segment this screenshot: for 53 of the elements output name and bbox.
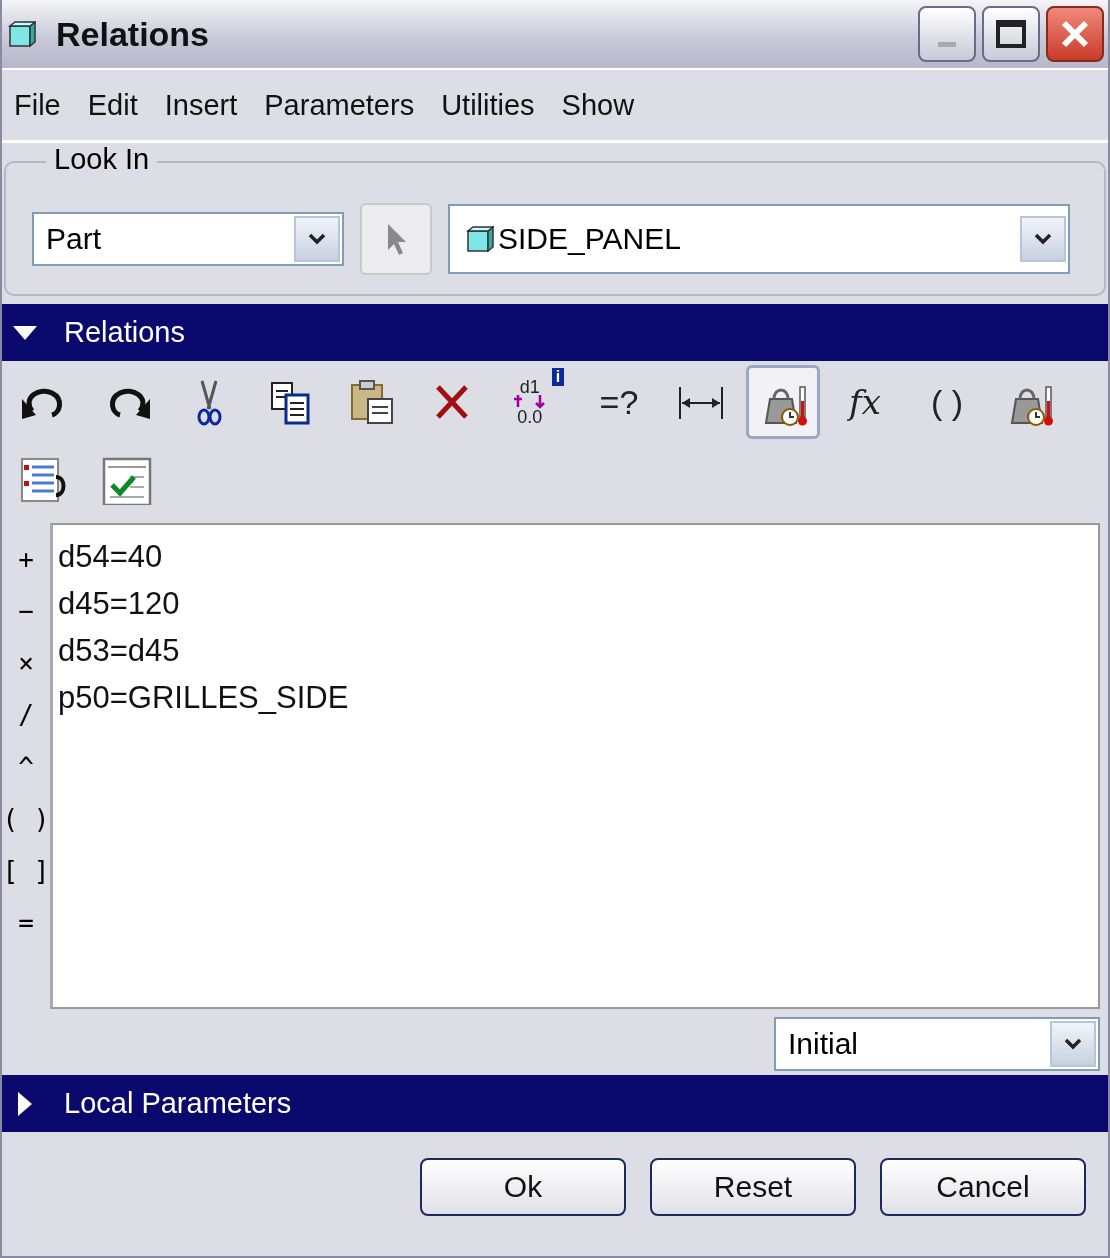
dropdown-value: SIDE_PANEL [498,222,682,256]
close-icon [1060,19,1090,49]
operator-button[interactable]: / [18,689,34,741]
menu-item[interactable]: Edit [77,88,148,122]
code-line: d45=120 [58,585,181,623]
model-dropdown[interactable]: SIDE_PANEL [448,204,1070,274]
dialog-button[interactable]: Ok [420,1158,626,1216]
toolbar-button[interactable]: d1 0.0 i [500,365,574,439]
code-line: d53=d45 [58,632,181,670]
section-header[interactable]: Relations [2,304,1108,361]
dropdown-value: Initial [788,1027,860,1061]
minimize-button[interactable] [918,6,976,62]
operator-button[interactable]: × [18,637,34,689]
dropdown-button[interactable] [294,216,340,262]
chevron-down-icon [1034,233,1052,245]
menu-item[interactable]: Insert [154,88,248,122]
close-button[interactable] [1046,6,1104,62]
dropdown-button[interactable] [1050,1021,1096,1067]
chevron-down-icon [1064,1038,1082,1050]
operator-button[interactable]: − [18,585,34,637]
code-line: p50=GRILLES_SIDE [58,679,350,717]
menu-item[interactable]: Utilities [431,88,545,122]
checklist-icon [100,455,154,505]
operator-button[interactable]: ^ [18,741,34,793]
section-title: Local Parameters [64,1087,292,1120]
select-button[interactable] [360,203,432,275]
toolbar-button[interactable] [746,365,820,439]
menu-item[interactable]: File [4,88,71,122]
window-title: Relations [56,14,211,54]
operator-button[interactable]: + [18,533,34,585]
operator-button[interactable]: = [18,897,34,949]
section-title: Relations [64,316,185,349]
toolbar-button[interactable]: ( ) [910,365,984,439]
cube-icon [466,225,494,253]
section-header[interactable]: Local Parameters [2,1075,1108,1132]
dialog-button[interactable]: Reset [650,1158,856,1216]
type-dropdown[interactable]: Part [32,212,344,266]
dropdown-button[interactable] [1020,216,1066,262]
dropdown-value: Part [46,222,103,256]
menu-item[interactable]: Show [551,88,645,122]
toolbar-button[interactable]: =? [582,365,656,439]
chevron-down-icon [308,233,326,245]
operator-button[interactable]: ( ) [2,793,50,845]
maximize-button[interactable] [982,6,1040,62]
toolbar-button[interactable]: fx [828,365,902,439]
relations-editor[interactable]: d54=40 d45=120 d53=d45 p50=GRILLES_SIDE [50,523,1100,1009]
operator-button[interactable]: [ ] [2,845,50,897]
code-line: d54=40 [58,538,164,576]
dialog-button[interactable]: Cancel [880,1158,1086,1216]
cube-icon [8,20,36,48]
filter-dropdown[interactable]: Initial [774,1017,1100,1071]
menu-item[interactable]: Parameters [254,88,425,122]
pointer-icon [385,222,407,256]
